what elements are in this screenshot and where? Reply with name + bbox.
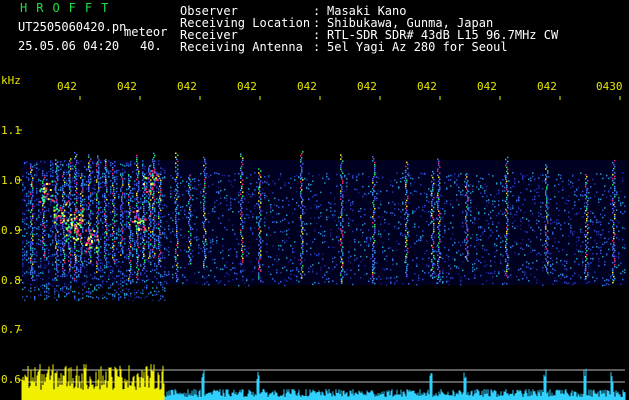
time-tick-marks xyxy=(79,96,621,100)
yaxis-unit: kHz xyxy=(1,74,21,87)
xtick-label: 042 xyxy=(57,80,77,93)
spectrogram-plot xyxy=(18,96,627,400)
xtick-label: 042 xyxy=(357,80,377,93)
ytick-label: 0.6 xyxy=(1,373,21,386)
meteor-label: meteor xyxy=(124,25,168,39)
xtick-label: 0430 xyxy=(596,80,623,93)
meteor-count: 40. xyxy=(140,39,162,53)
xtick-label: 042 xyxy=(237,80,257,93)
frequency-tick-marks xyxy=(18,129,22,381)
ytick-label: 1.1 xyxy=(1,124,21,137)
xtick-label: 042 xyxy=(117,80,137,93)
xtick-label: 042 xyxy=(177,80,197,93)
xtick-label: 042 xyxy=(417,80,437,93)
ytick-label: 0.9 xyxy=(1,224,21,237)
xtick-label: 042 xyxy=(477,80,497,93)
date-time: 25.05.06 04:20 xyxy=(18,39,120,53)
ytick-label: 0.7 xyxy=(1,323,21,336)
ytick-label: 0.8 xyxy=(1,274,21,287)
xtick-label: 042 xyxy=(537,80,557,93)
ytick-label: 1.0 xyxy=(1,174,21,187)
file-name: UT2505060420.pn xyxy=(18,20,127,34)
antenna-value: 5el Yagi Az 280 for Seoul xyxy=(327,40,508,54)
app-brand: HROFFT xyxy=(20,1,118,15)
antenna-sep: : xyxy=(313,40,321,54)
xtick-label: 042 xyxy=(297,80,317,93)
antenna-label: Receiving Antenna xyxy=(180,40,303,54)
